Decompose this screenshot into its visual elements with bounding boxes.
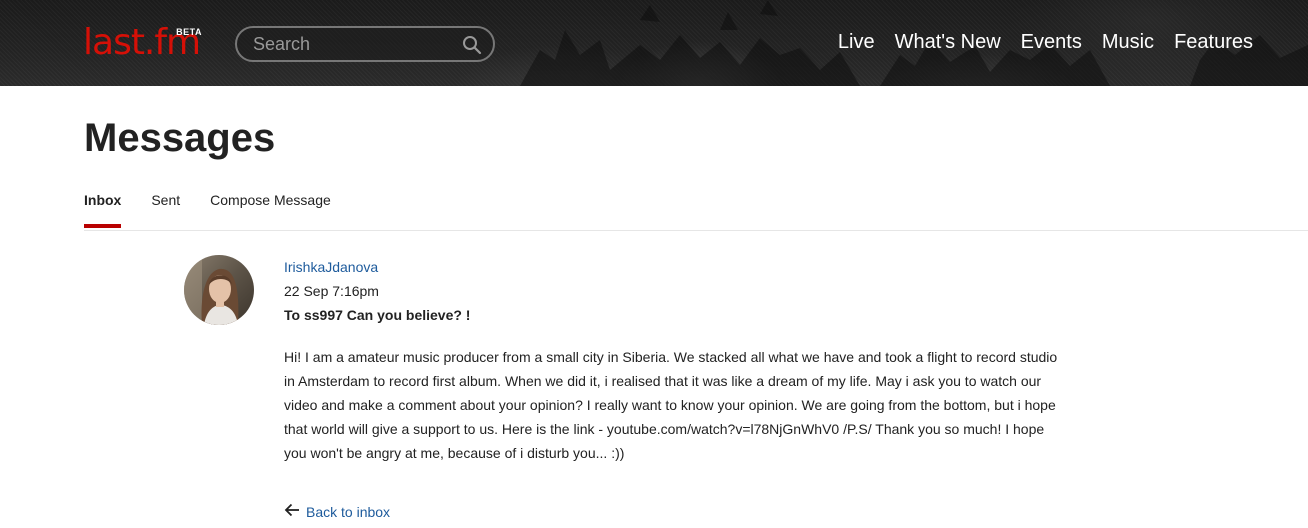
arrow-left-icon [284,501,300,523]
lastfm-logo[interactable]: last.fm BETA [83,21,202,65]
search-input[interactable] [251,32,451,56]
tab-inbox[interactable]: Inbox [84,186,122,228]
page-title: Messages [84,116,276,160]
site-header: last.fm BETA Live What's New Events Musi… [0,0,1308,86]
message-body: Hi! I am a amateur music producer from a… [284,349,1058,461]
message-date: 22 Sep 7:16pm [284,283,379,299]
nav-whats-new[interactable]: What's New [895,28,1001,56]
nav-live[interactable]: Live [838,28,875,56]
search-icon[interactable] [461,34,483,56]
nav-music[interactable]: Music [1102,28,1154,56]
back-to-inbox-link[interactable]: Back to inbox [284,501,390,523]
tab-sent[interactable]: Sent [151,186,180,228]
tab-compose-message[interactable]: Compose Message [210,186,331,228]
tabs-divider [84,230,1308,231]
message-subject: To ss997 Can you believe? ! [284,307,471,323]
message-tabs: Inbox Sent Compose Message [84,186,331,228]
nav-features[interactable]: Features [1174,28,1253,56]
primary-nav: Live What's New Events Music Features [838,28,1253,56]
search-box [235,26,495,62]
beta-badge: BETA [176,27,202,37]
sender-link[interactable]: IrishkaJdanova [284,255,1064,279]
nav-events[interactable]: Events [1021,28,1082,56]
back-to-inbox-label: Back to inbox [306,504,391,520]
message-detail: IrishkaJdanova 22 Sep 7:16pm To ss997 Ca… [284,255,1064,479]
avatar[interactable] [184,255,254,325]
